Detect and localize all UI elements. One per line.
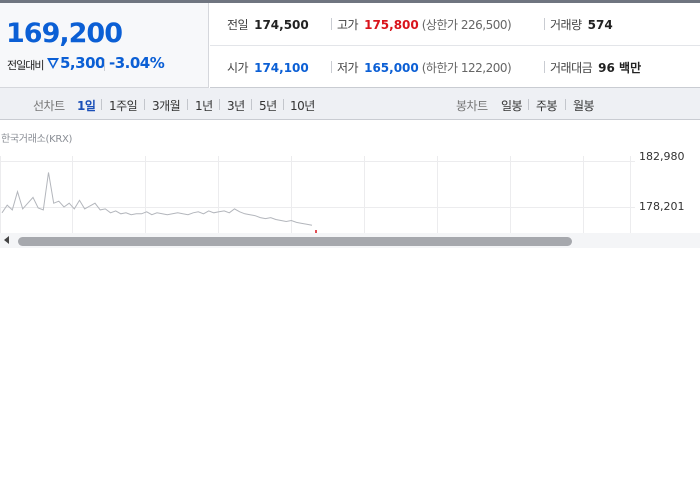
- divider: [104, 59, 105, 71]
- stat-value: 574: [587, 18, 613, 32]
- down-triangle-icon: [47, 58, 59, 69]
- tab-monthly-candle[interactable]: 월봉: [573, 97, 595, 114]
- stat-label: 고가: [337, 18, 359, 32]
- scroll-thumb[interactable]: [18, 237, 572, 246]
- row-divider: [210, 45, 700, 46]
- stat-low: 저가 165,000 (하한가 122,200): [337, 59, 512, 76]
- divider: [528, 99, 529, 110]
- stat-volume: 거래량 574: [550, 16, 613, 33]
- divider: [144, 99, 145, 110]
- current-price: 169,200: [6, 18, 123, 49]
- divider: [331, 18, 332, 30]
- stat-label: 저가: [337, 61, 359, 75]
- price-chart: [0, 121, 700, 233]
- stat-turnover: 거래대금 96 백만: [550, 59, 641, 76]
- divider: [101, 99, 102, 110]
- divider: [187, 99, 188, 110]
- divider: [544, 18, 545, 30]
- divider: [565, 99, 566, 110]
- stat-prev-close: 전일 174,500: [227, 16, 309, 33]
- stat-open: 시가 174,100: [227, 59, 309, 76]
- stat-label: 거래대금: [550, 61, 593, 75]
- tab-3-years[interactable]: 3년: [227, 97, 245, 114]
- y-tick-label: 182,980: [639, 150, 685, 163]
- candle-chart-label: 봉차트: [456, 99, 488, 113]
- change-value: 5,300: [60, 54, 105, 72]
- stat-label: 시가: [227, 61, 249, 75]
- tab-3-months[interactable]: 3개월: [152, 97, 181, 114]
- line-chart-label: 선차트: [33, 99, 65, 113]
- stat-sub: (하한가 122,200): [421, 61, 512, 75]
- stat-value: 174,100: [254, 61, 309, 75]
- change-rate: -3.04%: [109, 54, 165, 72]
- divider: [219, 99, 220, 110]
- divider: [251, 99, 252, 110]
- chart-svg: [0, 156, 635, 233]
- stat-label: 거래량: [550, 18, 582, 32]
- tab-1-day[interactable]: 1일: [77, 97, 96, 114]
- stat-value: 174,500: [254, 18, 309, 32]
- chart-tab-bar: 선차트 1일 1주일 3개월 1년 3년 5년 10년 봉차트 일봉 주봉 월봉: [0, 88, 700, 120]
- change-label: 전일대비: [7, 59, 44, 72]
- stat-sub: (상한가 226,500): [421, 18, 512, 32]
- divider: [331, 61, 332, 73]
- tab-weekly-candle[interactable]: 주봉: [536, 97, 558, 114]
- scroll-left-arrow-icon[interactable]: [4, 236, 9, 244]
- tab-5-years[interactable]: 5년: [259, 97, 277, 114]
- price-summary: 169,200 전일대비 5,300 -3.04%: [0, 3, 209, 88]
- stats-panel: 전일 174,500 고가 175,800 (상한가 226,500) 거래량 574 …: [210, 3, 700, 88]
- stat-high: 고가 175,800 (상한가 226,500): [337, 16, 512, 33]
- exchange-label: 한국거래소(KRX): [1, 134, 73, 145]
- divider: [283, 99, 284, 110]
- tab-daily-candle[interactable]: 일봉: [501, 97, 523, 114]
- divider: [544, 61, 545, 73]
- tab-10-years[interactable]: 10년: [290, 97, 315, 114]
- stat-label: 전일: [227, 18, 249, 32]
- tab-1-week[interactable]: 1주일: [109, 97, 138, 114]
- stat-value: 165,000: [364, 61, 419, 75]
- y-tick-label: 178,201: [639, 200, 685, 213]
- tab-1-year[interactable]: 1년: [195, 97, 213, 114]
- stat-value: 175,800: [364, 18, 419, 32]
- stat-value: 96 백만: [598, 61, 642, 75]
- price-series-line: [1, 172, 313, 226]
